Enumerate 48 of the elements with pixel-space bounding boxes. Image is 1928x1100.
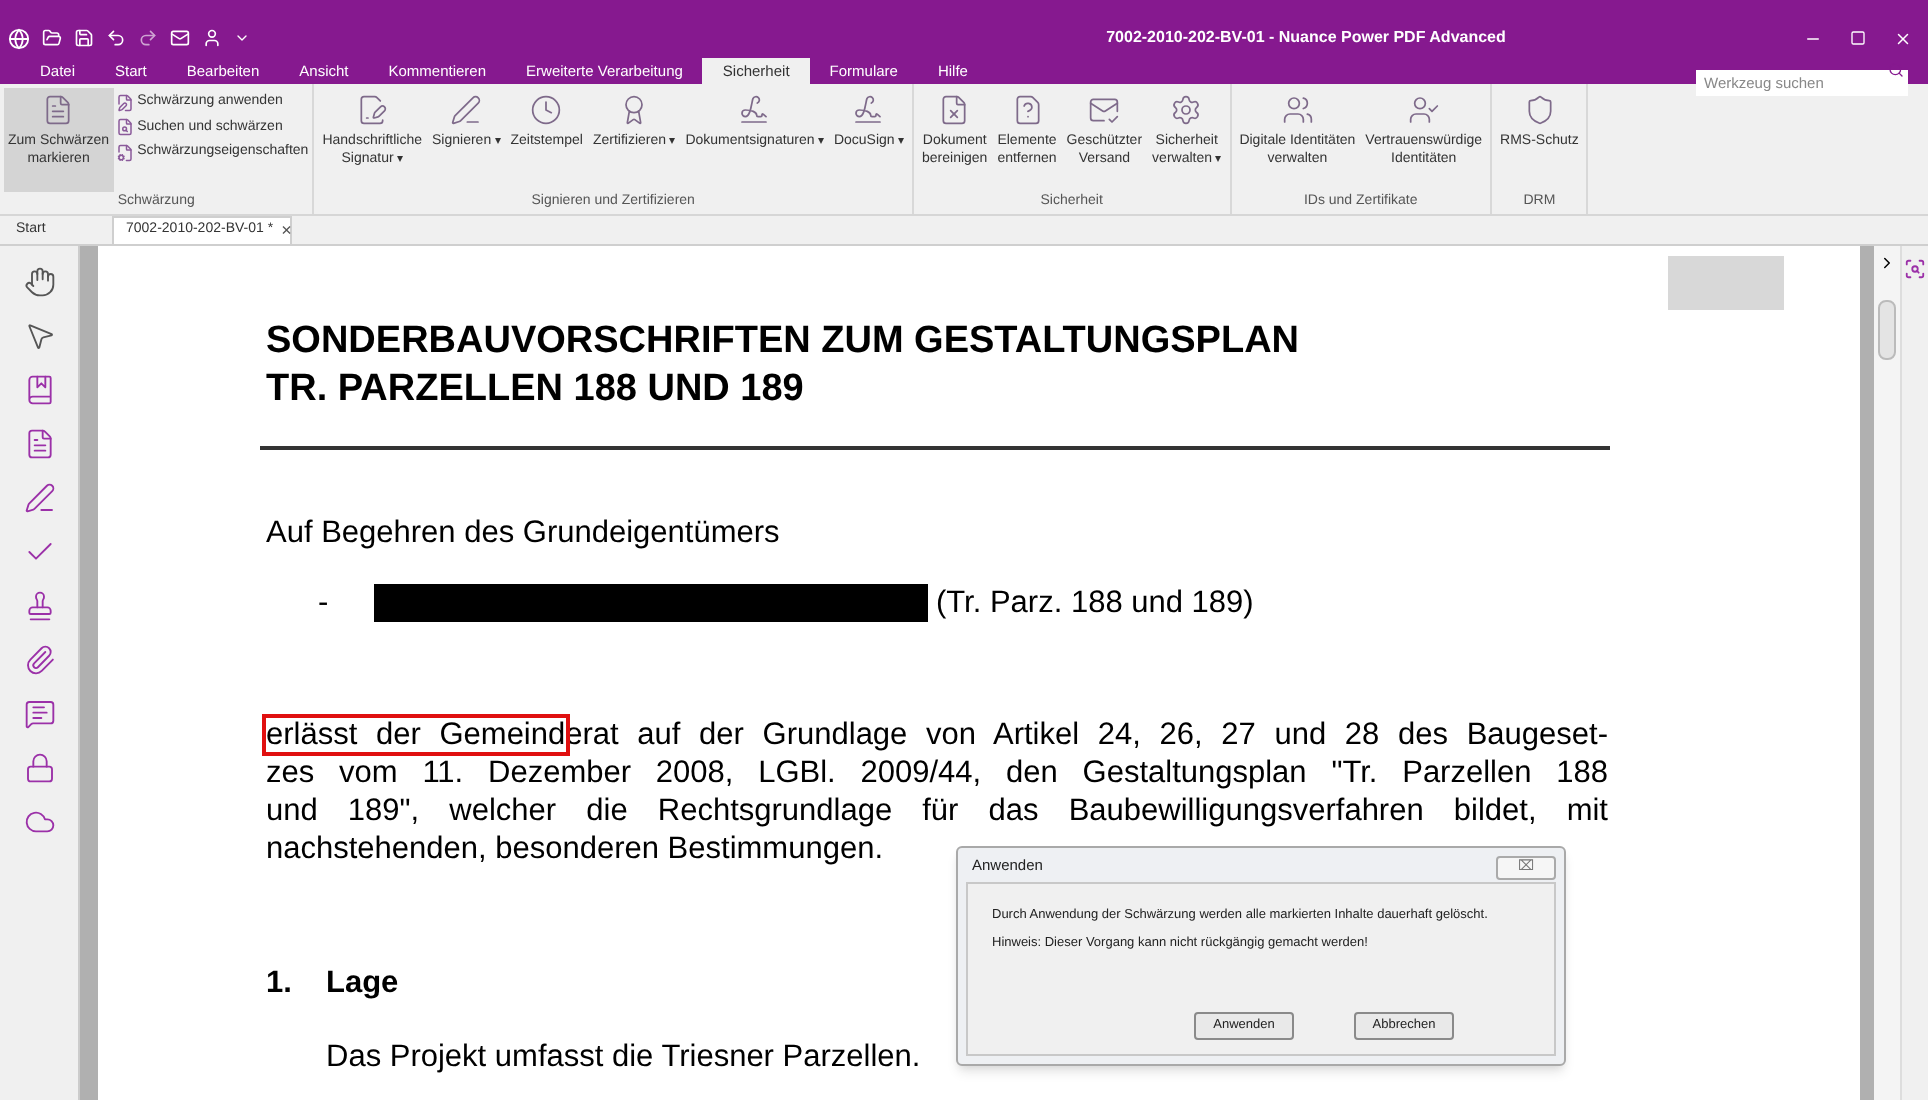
ribbon-icon [530,94,563,126]
bookmark-icon[interactable] [23,374,55,406]
redo-icon[interactable] [138,28,158,48]
scroll-thumb[interactable] [1878,300,1896,360]
ribbon-icon [356,94,389,126]
app-logo-icon [8,27,30,49]
search-panel-icon[interactable] [1904,258,1926,280]
ribbon-icon [852,94,885,126]
maximize-icon[interactable] [1850,30,1866,46]
save-icon[interactable] [74,28,94,48]
ribbon-small-icon [115,118,134,137]
customize-icon[interactable] [234,30,250,46]
close-icon[interactable] [1894,29,1912,47]
ribbon-icon [1011,94,1043,126]
bullet-marker: - [318,584,331,625]
ribbon-icon [1281,94,1314,126]
ribbon-icon [1088,94,1121,126]
bullet-text: (Tr. Parz. 188 und 189) [936,584,1254,625]
ribbon-icon [1523,94,1556,126]
section-title: Lage [326,963,399,1003]
hand-icon[interactable] [23,266,55,298]
undo-icon[interactable] [106,28,126,48]
ribbon-icon [1407,94,1440,126]
ribbon-small-icon [115,93,134,112]
ribbon-icon [738,94,771,126]
document-title: SONDERBAUVORSCHRIFTEN ZUM GESTALTUNGSPLAN TR. PARZELLEN 188 UND 189 [266,318,1302,414]
paperclip-icon[interactable] [23,644,55,676]
ribbon-icon [1170,94,1203,126]
ribbon-icon [450,94,483,126]
window-title: 7002-2010-202-BV-01 - Nuance Power PDF Advanced [1104,26,1508,50]
ribbon-icon [938,94,971,126]
expand-panel-icon[interactable] [1878,254,1896,272]
ribbon-small-icon [115,143,134,162]
pointer-icon[interactable] [23,320,55,352]
signature-icon[interactable] [23,482,55,514]
stamp-icon[interactable] [23,590,55,622]
user-icon[interactable] [202,28,222,48]
page-icon[interactable] [23,428,55,460]
stamp-placeholder [1668,256,1784,310]
intro-text: Auf Begehren des Grundeigentümers [266,514,782,554]
cloud-icon[interactable] [23,806,55,838]
lock-icon[interactable] [23,752,55,784]
section-number: 1. [266,963,294,1003]
comment-list-icon[interactable] [23,698,55,730]
open-icon[interactable] [42,28,62,48]
mail-icon[interactable] [170,28,190,48]
ribbon-icon [42,94,75,126]
section-text: Das Projekt umfasst die Triesner Parzellen. [326,1037,921,1078]
